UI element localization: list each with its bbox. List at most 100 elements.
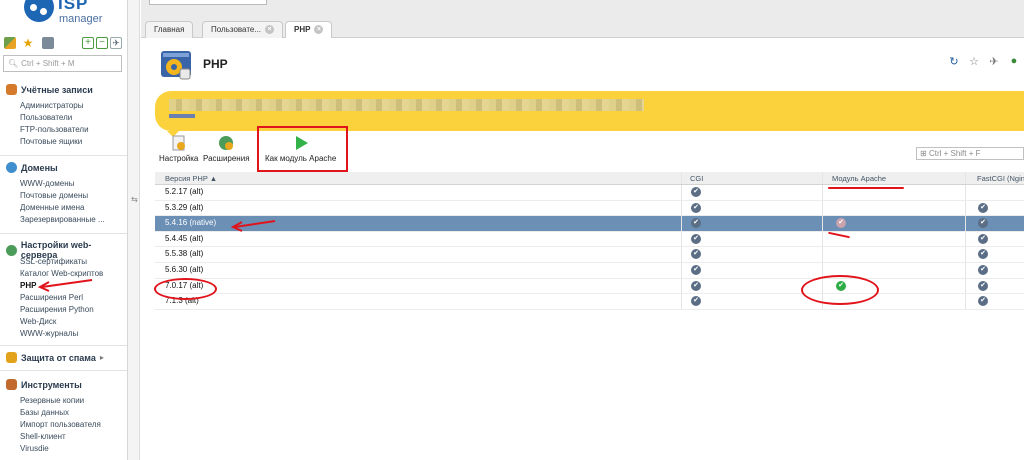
nav-list-tools: Резервные копии Базы данных Импорт польз… (20, 395, 126, 455)
sidebar-item-user-import[interactable]: Импорт пользователя (20, 419, 126, 431)
help-globe-icon[interactable]: ● (1008, 55, 1020, 68)
collapse-all-icon[interactable]: − (96, 37, 108, 49)
settings-button-label: Настройка (159, 154, 199, 163)
sidebar-item-databases[interactable]: Базы данных (20, 407, 126, 419)
sidebar-resize-handle[interactable]: ⇆ (128, 0, 140, 460)
table-row[interactable]: 5.3.29 (alt) ✔ ✔ (155, 200, 1024, 217)
column-divider (965, 200, 966, 216)
sidebar-toolbar: ★ + − ✈ (4, 37, 124, 51)
column-divider (965, 247, 966, 262)
refresh-icon[interactable]: ↻ (948, 55, 960, 68)
logo-text-top: ISP (58, 0, 89, 13)
sidebar-item-reserved[interactable]: Зарезервированные ... (20, 214, 126, 226)
table-row[interactable]: 5.4.16 (native) ✔ ✔ ✔ (155, 216, 1024, 232)
sidebar-item-webdisk[interactable]: Web-Диск (20, 316, 126, 328)
banner-blurred-text (169, 99, 644, 111)
shield-icon (6, 352, 17, 363)
search-icon: 🔍︎ (8, 59, 19, 68)
table-row[interactable]: 5.5.38 (alt) ✔ ✔ (155, 247, 1024, 263)
nav-group-title: Учётные записи (21, 84, 93, 95)
table-search-input[interactable]: ⊞ Ctrl + Shift + F (916, 147, 1024, 160)
expand-all-icon[interactable]: + (82, 37, 94, 49)
sidebar-item-virusdie[interactable]: Virusdie (20, 443, 126, 455)
cell-version: 5.4.45 (alt) (165, 233, 204, 243)
divider (0, 233, 127, 234)
nav-group-spam[interactable]: Защита от спама ▸ (6, 352, 104, 363)
table-row[interactable]: 5.4.45 (alt) ✔ ✔ (155, 231, 1024, 248)
column-header-cgi[interactable]: CGI (690, 174, 703, 183)
nav-group-accounts[interactable]: Учётные записи (6, 84, 93, 95)
close-icon[interactable]: × (265, 25, 275, 34)
cell-version: 5.6.30 (alt) (165, 264, 204, 274)
isp-manager-logo[interactable]: ISP manager (6, 0, 124, 32)
nav-group-tools[interactable]: Инструменты (6, 379, 82, 390)
column-divider (822, 231, 823, 247)
cell-version: 5.5.38 (alt) (165, 249, 204, 259)
sidebar-item-mailboxes[interactable]: Почтовые ящики (20, 136, 126, 148)
sidebar-item-backups[interactable]: Резервные копии (20, 395, 126, 407)
check-icon: ✔ (978, 233, 988, 244)
pin-icon[interactable]: ✈ (110, 37, 122, 49)
column-divider (681, 278, 682, 294)
nav-group-title: Инструменты (21, 379, 82, 390)
annotation-box-apache-module (257, 126, 348, 172)
table-header: Версия PHP ▲ CGI Модуль Apache FastCGI (… (155, 172, 1024, 185)
table-row[interactable]: 5.6.30 (alt) ✔ ✔ (155, 262, 1024, 279)
grid-view-icon[interactable] (4, 37, 16, 49)
check-icon: ✔ (691, 280, 701, 291)
logo-text-bottom: manager (59, 13, 103, 25)
pin-icon[interactable]: ✈ (988, 55, 1000, 68)
column-divider (681, 247, 682, 262)
sidebar-search-input[interactable]: 🔍︎ Ctrl + Shift + M (3, 55, 122, 72)
check-icon: ✔ (978, 280, 988, 291)
column-header-version[interactable]: Версия PHP ▲ (165, 174, 217, 183)
sidebar-item-mail-domains[interactable]: Почтовые домены (20, 190, 126, 202)
sidebar-item-ftp-users[interactable]: FTP-пользователи (20, 124, 126, 136)
banner-link[interactable] (169, 114, 195, 118)
settings-button[interactable]: Настройка (159, 135, 198, 163)
cell-version: 5.2.17 (alt) (165, 187, 204, 196)
column-divider (965, 172, 966, 184)
column-header-fastcgi[interactable]: FastCGI (Ngin (977, 174, 1024, 183)
column-divider (681, 294, 682, 309)
tab-home[interactable]: Главная (145, 21, 194, 38)
nav-list-accounts: Администраторы Пользователи FTP-пользова… (20, 100, 126, 148)
page-title: PHP (203, 57, 228, 71)
tab-php[interactable]: PHP × (285, 21, 333, 38)
nav-group-title: Домены (21, 162, 58, 173)
close-icon[interactable]: × (314, 25, 324, 34)
sidebar-item-users[interactable]: Пользователи (20, 112, 126, 124)
sidebar-item-www-domains[interactable]: WWW-домены (20, 178, 126, 190)
sidebar-item-domain-names[interactable]: Доменные имена (20, 202, 126, 214)
table-row[interactable]: 7.1.3 (alt) ✔ ✔ (155, 294, 1024, 310)
briefcase-icon[interactable] (42, 37, 54, 49)
top-field[interactable] (149, 0, 267, 5)
info-banner (155, 91, 1024, 131)
tab-bar: Главная Пользовате... × PHP × (141, 0, 1024, 38)
nav-group-domains[interactable]: Домены (6, 162, 58, 173)
tab-label: Пользовате... (211, 25, 262, 34)
tab-users[interactable]: Пользовате... × (202, 21, 284, 38)
check-icon: ✔ (691, 249, 701, 260)
table-row[interactable]: 7.0.17 (alt) ✔ ✔ ✔ (155, 278, 1024, 295)
check-icon: ✔ (836, 218, 846, 229)
sidebar-item-www-logs[interactable]: WWW-журналы (20, 328, 126, 340)
annotation-underline-apache (828, 187, 904, 189)
check-icon: ✔ (691, 218, 701, 229)
search-icon: ⊞ (920, 149, 927, 158)
column-divider (822, 200, 823, 216)
column-divider (681, 216, 682, 231)
settings-doc-icon (171, 135, 187, 151)
sidebar-item-administrators[interactable]: Администраторы (20, 100, 126, 112)
favorites-star-icon[interactable]: ★ (22, 37, 34, 49)
extensions-button[interactable]: Расширения (203, 135, 250, 163)
page-header: PHP (159, 47, 228, 81)
favorite-star-icon[interactable]: ☆ (968, 55, 980, 68)
check-icon: ✔ (978, 264, 988, 275)
column-header-apache[interactable]: Модуль Apache (832, 174, 886, 183)
cell-version: 5.4.16 (native) (165, 218, 217, 228)
sidebar-item-ssl[interactable]: SSL-сертификаты (20, 256, 126, 268)
sidebar-item-python[interactable]: Расширения Python (20, 304, 126, 316)
sidebar-item-shell[interactable]: Shell-клиент (20, 431, 126, 443)
chevron-right-icon: ▸ (99, 353, 104, 362)
